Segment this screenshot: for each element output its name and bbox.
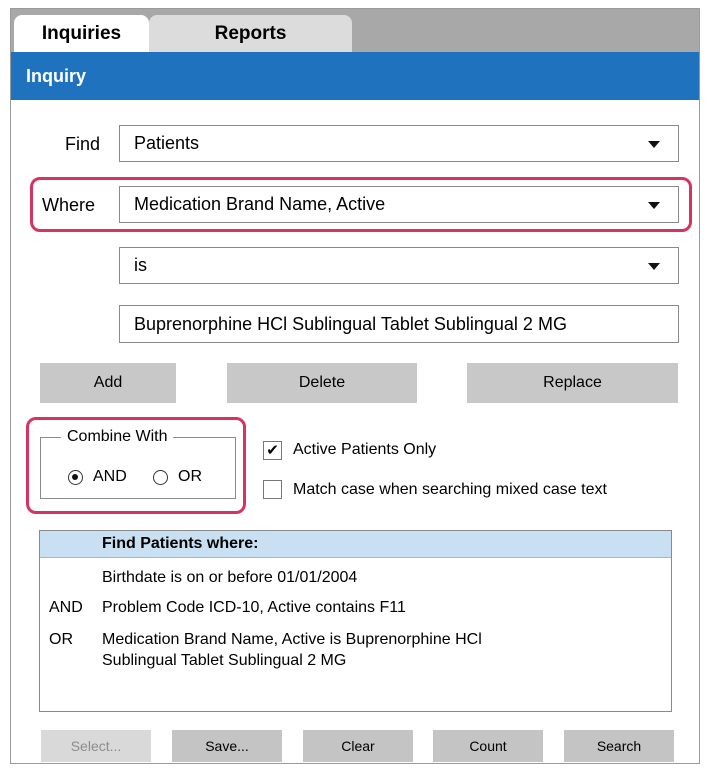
save-button[interactable]: Save... bbox=[172, 730, 282, 762]
find-select-value: Patients bbox=[134, 133, 200, 153]
list-item-continuation: Sublingual Tablet Sublingual 2 MG bbox=[102, 652, 347, 669]
results-header: Find Patients where: bbox=[40, 531, 671, 558]
radio-and[interactable] bbox=[68, 470, 83, 485]
active-patients-checkbox[interactable]: ✔ bbox=[263, 441, 282, 460]
chevron-down-icon bbox=[648, 263, 660, 270]
list-item-operator: OR bbox=[49, 631, 73, 648]
select-button[interactable]: Select... bbox=[41, 730, 151, 762]
results-list[interactable]: Find Patients where: Birthdate is on or … bbox=[39, 530, 672, 712]
tab-bar: Inquiries Reports bbox=[11, 9, 699, 52]
add-button[interactable]: Add bbox=[40, 363, 176, 403]
chevron-down-icon bbox=[648, 141, 660, 148]
combine-with-group bbox=[40, 437, 236, 499]
combine-with-title: Combine With bbox=[61, 428, 174, 446]
list-item[interactable]: Medication Brand Name, Active is Bupreno… bbox=[102, 630, 482, 650]
active-patients-label: Active Patients Only bbox=[293, 441, 437, 458]
radio-or-label: OR bbox=[178, 468, 202, 485]
radio-or[interactable] bbox=[153, 470, 168, 485]
criteria-input[interactable]: Buprenorphine HCl Sublingual Tablet Subl… bbox=[119, 305, 679, 343]
where-label: Where bbox=[42, 195, 96, 215]
list-item[interactable]: Birthdate is on or before 01/01/2004 bbox=[102, 568, 357, 588]
operator-select-value: is bbox=[134, 255, 147, 275]
operator-select[interactable]: is bbox=[119, 247, 679, 284]
tab-reports[interactable]: Reports bbox=[149, 15, 352, 52]
chevron-down-icon bbox=[648, 202, 660, 209]
tab-inquiries[interactable]: Inquiries bbox=[14, 15, 149, 52]
radio-and-label: AND bbox=[93, 468, 127, 485]
count-button[interactable]: Count bbox=[433, 730, 543, 762]
inquiry-window: Inquiries Reports Inquiry Find Patients … bbox=[10, 8, 700, 764]
match-case-checkbox[interactable] bbox=[263, 480, 282, 499]
list-item-operator: AND bbox=[49, 599, 83, 616]
search-button[interactable]: Search bbox=[564, 730, 674, 762]
delete-button[interactable]: Delete bbox=[227, 363, 417, 403]
list-item[interactable]: Problem Code ICD-10, Active contains F11 bbox=[102, 598, 406, 618]
find-label: Find bbox=[65, 134, 101, 154]
match-case-label: Match case when searching mixed case tex… bbox=[293, 481, 607, 498]
section-header: Inquiry bbox=[11, 52, 699, 100]
find-select[interactable]: Patients bbox=[119, 125, 679, 162]
replace-button[interactable]: Replace bbox=[467, 363, 678, 403]
where-select-value: Medication Brand Name, Active bbox=[134, 194, 386, 214]
where-select[interactable]: Medication Brand Name, Active bbox=[119, 186, 679, 223]
results-header-text: Find Patients where: bbox=[102, 535, 259, 552]
clear-button[interactable]: Clear bbox=[303, 730, 413, 762]
